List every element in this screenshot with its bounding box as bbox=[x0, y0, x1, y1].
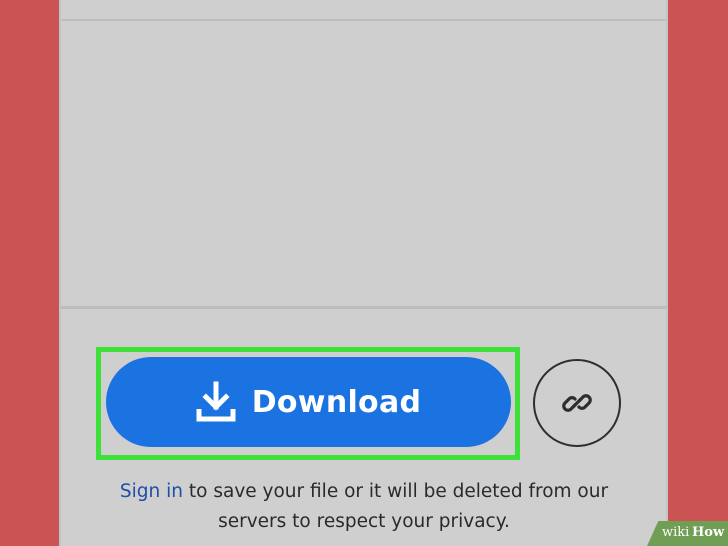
notice-text: to save your file or it will be deleted … bbox=[188, 481, 609, 532]
file-preview-area bbox=[61, 0, 666, 308]
download-icon bbox=[196, 381, 236, 422]
download-button[interactable]: Download bbox=[106, 357, 511, 447]
watermark-text: wiki bbox=[662, 525, 690, 540]
link-icon bbox=[562, 394, 592, 412]
save-notice: Sign in to save your file or it will be … bbox=[100, 477, 628, 537]
copy-link-button[interactable] bbox=[533, 359, 621, 447]
app-screen bbox=[59, 0, 668, 546]
sign-in-link[interactable]: Sign in bbox=[120, 481, 183, 502]
divider bbox=[61, 19, 666, 21]
watermark-text: How bbox=[692, 525, 725, 540]
divider bbox=[61, 306, 666, 309]
download-label: Download bbox=[251, 384, 422, 420]
